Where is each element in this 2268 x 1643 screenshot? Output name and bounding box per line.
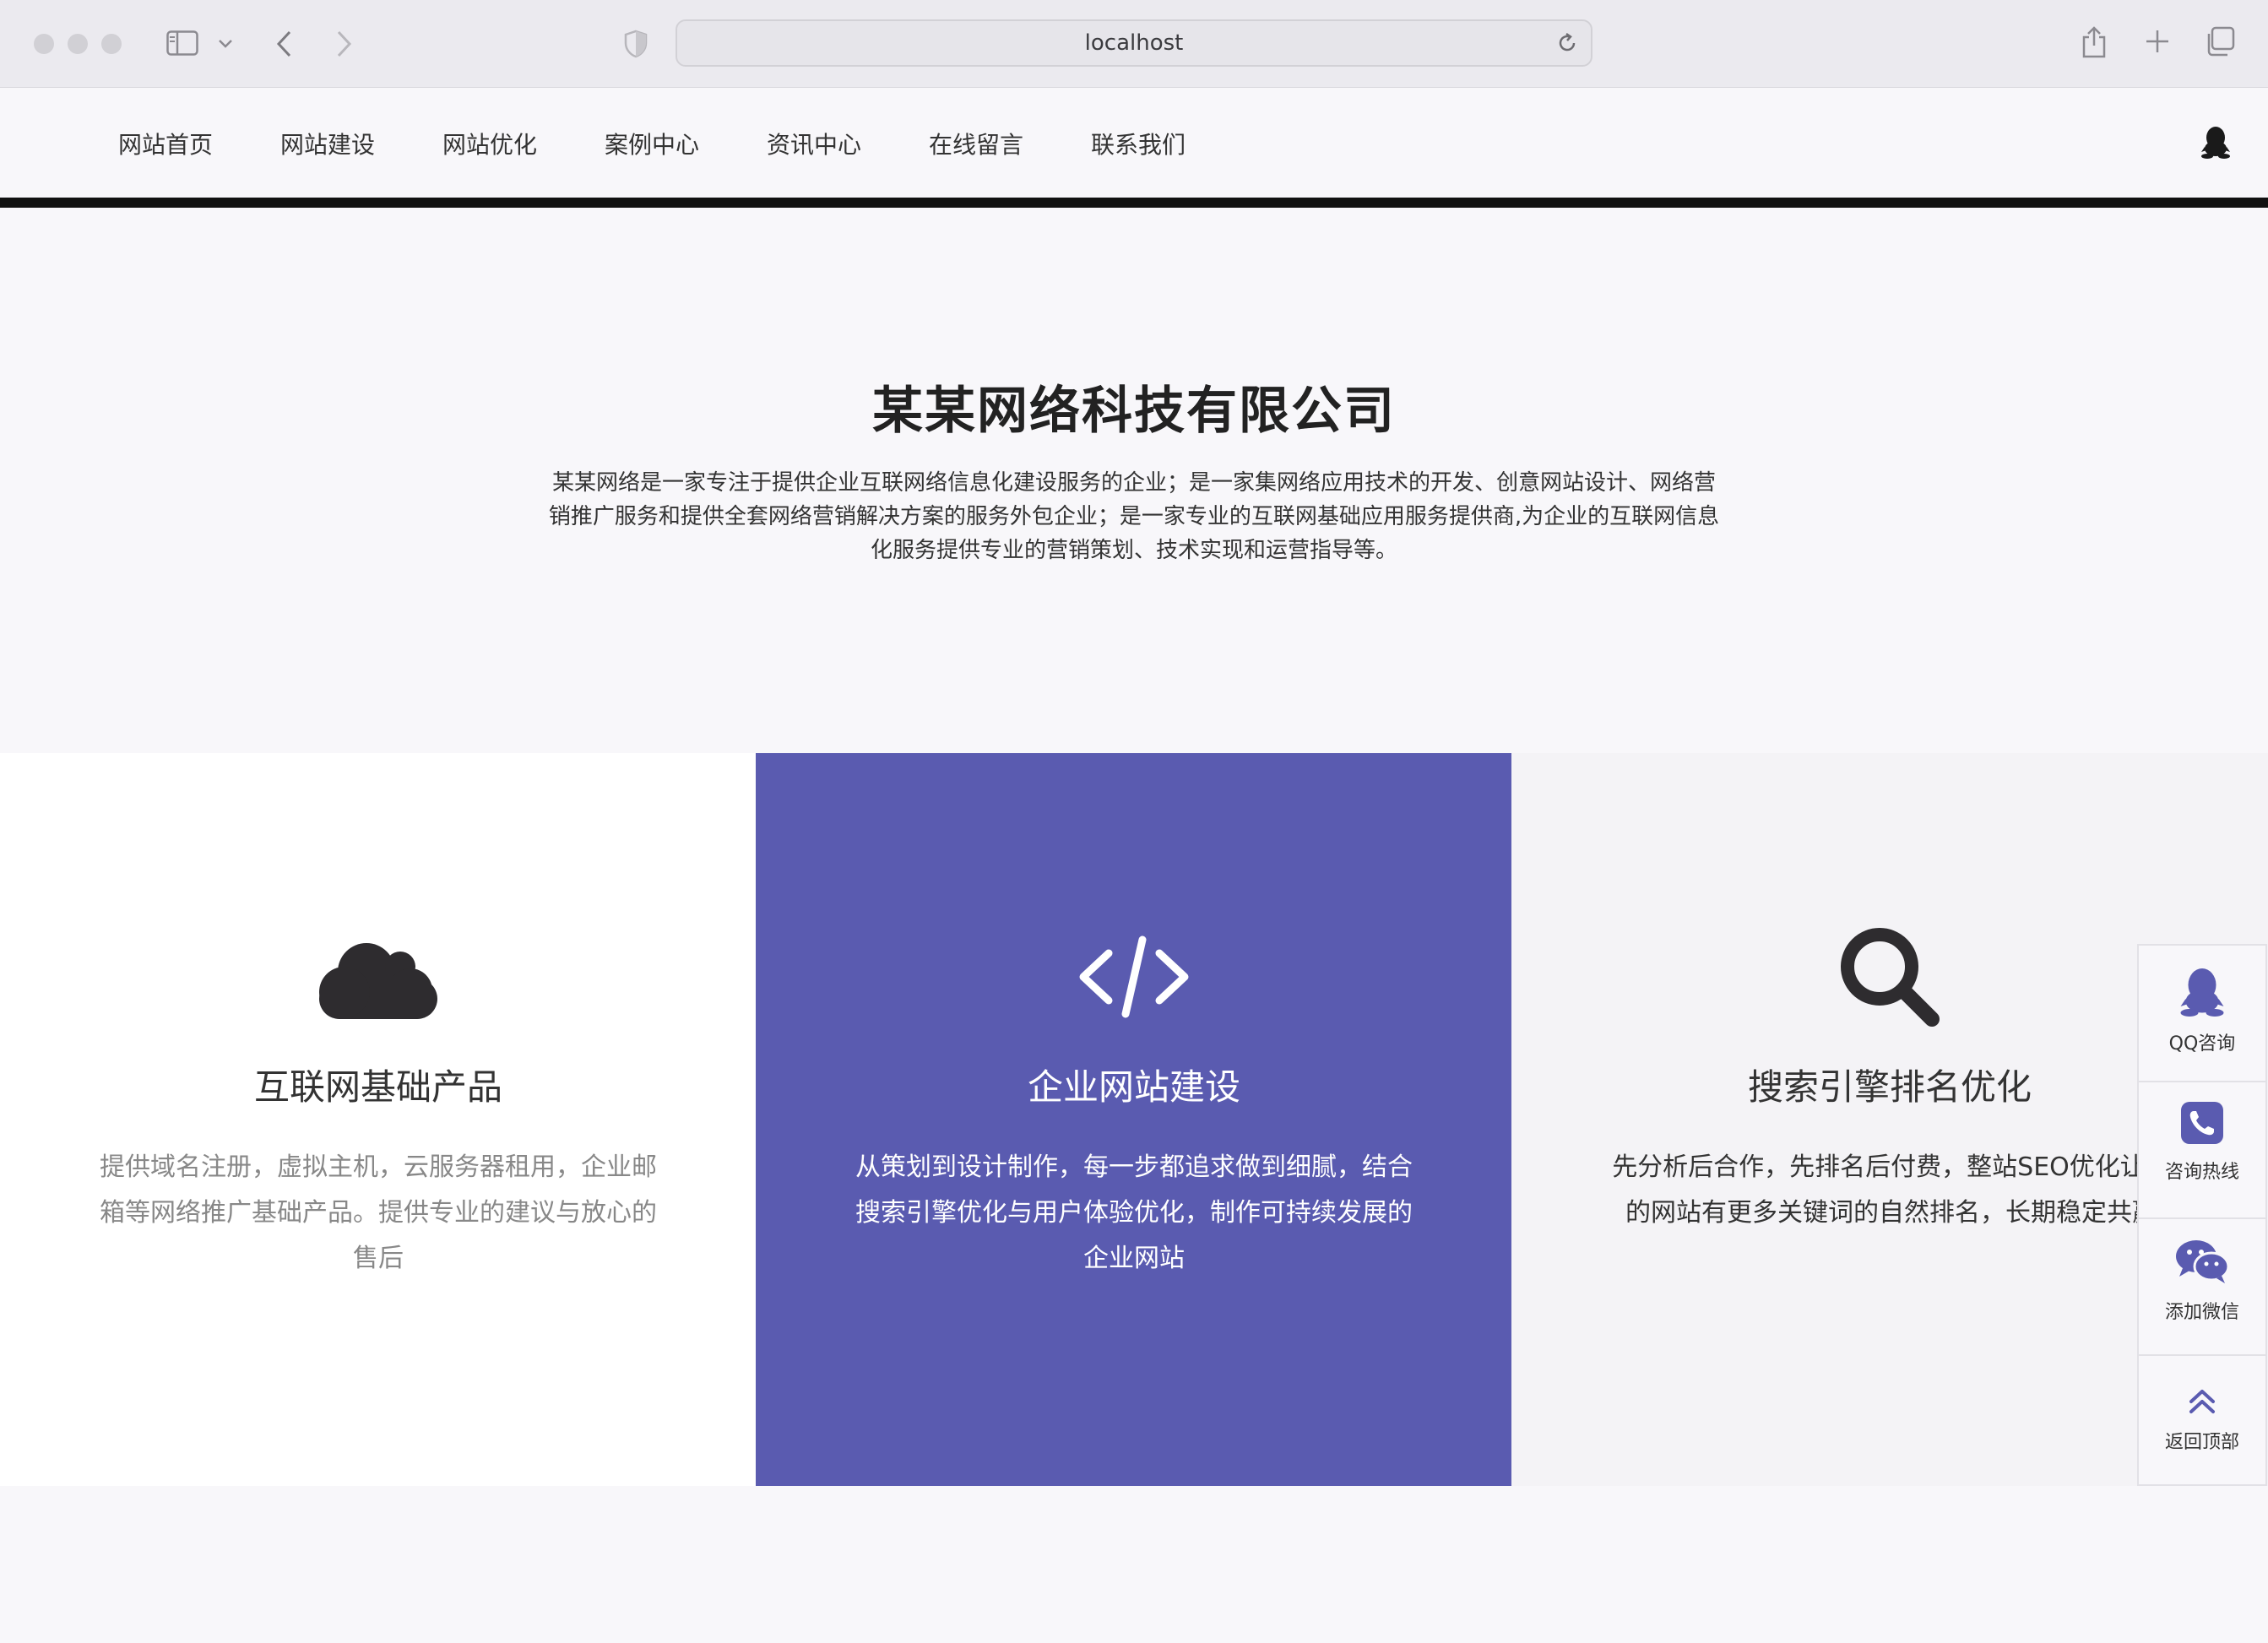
float-item-hotline[interactable]: 咨询热线 [2139,1082,2265,1219]
cloud-icon [0,922,757,1032]
card-title: 企业网站建设 [1027,1066,1240,1108]
address-url: localhost [1084,30,1184,56]
company-description: 某某网络是一家专注于提供企业互联网络信息化建设服务的企业；是一家集网络应用技术的… [498,466,1770,567]
code-icon [756,922,1512,1032]
card-description-line: 搜索引擎优化与用户体验优化，制作可持续发展的 [855,1198,1413,1228]
qq-icon [2179,966,2225,1020]
site-nav: 网站首页 网站建设 网站优化 案例中心 资讯中心 在线留言 联系我们 [0,88,2268,198]
float-item-back-to-top[interactable]: 返回顶部 [2139,1356,2265,1484]
qq-icon[interactable] [2200,125,2231,162]
nav-item-website-building[interactable]: 网站建设 [280,127,375,160]
card-description-line: 箱等网络推广基础产品。提供专业的建议与放心的 [100,1198,657,1228]
company-description-line: 某某网络是一家专注于提供企业互联网络信息化建设服务的企业；是一家集网络应用技术的… [551,470,1716,496]
card-description-line: 先分析后合作，先排名后付费，整站SEO优化让您 [1612,1152,2171,1182]
reload-icon[interactable] [1555,31,1579,61]
sidebar-toggle-icon[interactable] [165,29,199,57]
page-root: localhost 网站首页 网站建设 网站优化 案例中心 资讯中心 在线留言 … [0,0,2268,1643]
float-item-label: 咨询热线 [2164,1162,2239,1183]
floating-contact-bar: QQ咨询 咨询热线 添加微信 返回顶部 [2137,944,2267,1486]
feature-card-internet-products[interactable]: 互联网基础产品 提供域名注册，虚拟主机，云服务器租用，企业邮 箱等网络推广基础产… [0,753,757,1486]
browser-toolbar: localhost [0,0,2268,88]
back-arrow-icon[interactable] [272,27,296,61]
feature-card-website-building[interactable]: 企业网站建设 从策划到设计制作，每一步都追求做到细腻，结合 搜索引擎优化与用户体… [756,753,1512,1486]
card-description: 提供域名注册，虚拟主机，云服务器租用，企业邮 箱等网络推广基础产品。提供专业的建… [76,1145,681,1282]
nav-item-cases[interactable]: 案例中心 [605,127,699,160]
close-window-button[interactable] [34,34,54,54]
nav-divider-bar [0,198,2268,208]
privacy-shield-icon[interactable] [621,29,650,59]
double-chevron-up-icon [2188,1388,2216,1418]
nav-item-contact[interactable]: 联系我们 [1091,127,1186,160]
float-item-label: QQ咨询 [2168,1033,2236,1055]
forward-arrow-icon[interactable] [333,27,356,61]
card-description-line: 提供域名注册，虚拟主机，云服务器租用，企业邮 [100,1152,657,1182]
wechat-icon [2174,1238,2230,1288]
company-title: 某某网络科技有限公司 [872,382,1396,441]
share-icon[interactable] [2079,24,2109,61]
new-tab-plus-icon[interactable] [2143,27,2172,56]
card-description-line: 的网站有更多关键词的自然排名，长期稳定共赢 [1625,1198,2157,1228]
card-description-line: 企业网站 [1083,1244,1185,1273]
float-item-wechat[interactable]: 添加微信 [2139,1219,2265,1356]
nav-item-home[interactable]: 网站首页 [118,127,213,160]
nav-item-news[interactable]: 资讯中心 [767,127,861,160]
float-item-label: 返回顶部 [2164,1432,2239,1453]
card-title: 互联网基础产品 [253,1066,502,1108]
float-item-label: 添加微信 [2164,1302,2239,1323]
tab-overview-icon[interactable] [2204,25,2236,57]
minimize-window-button[interactable] [68,34,88,54]
nav-item-website-optimization[interactable]: 网站优化 [442,127,537,160]
card-description: 先分析后合作，先排名后付费，整站SEO优化让您 的网站有更多关键词的自然排名，长… [1579,1145,2204,1236]
company-description-line: 销推广服务和提供全套网络营销解决方案的服务外包企业；是一家专业的互联网基础应用服… [548,504,1720,529]
chevron-down-icon[interactable] [216,35,235,52]
nav-item-message[interactable]: 在线留言 [929,127,1023,160]
float-item-qq[interactable]: QQ咨询 [2139,946,2265,1082]
zoom-window-button[interactable] [101,34,122,54]
card-description-line: 从策划到设计制作，每一步都追求做到细腻，结合 [855,1152,1413,1182]
card-description: 从策划到设计制作，每一步都追求做到细腻，结合 搜索引擎优化与用户体验优化，制作可… [832,1145,1436,1282]
company-description-line: 化服务提供专业的营销策划、技术实现和运营指导等。 [870,538,1397,563]
phone-icon [2180,1101,2224,1148]
address-bar[interactable]: localhost [676,19,1592,67]
card-description-line: 售后 [353,1244,404,1273]
